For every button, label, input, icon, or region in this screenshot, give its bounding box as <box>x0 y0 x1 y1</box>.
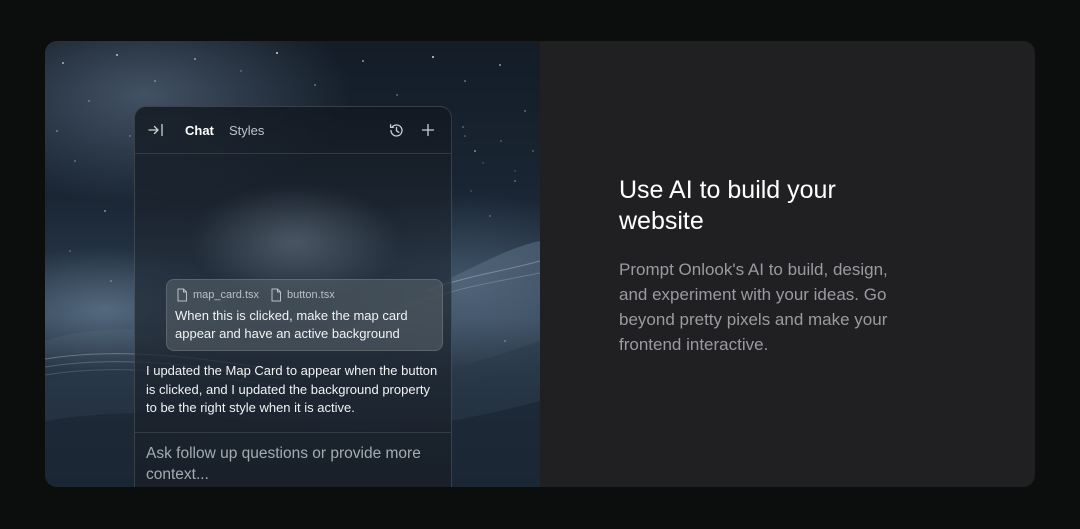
chat-input-placeholder: Ask follow up questions or provide more … <box>146 445 421 483</box>
feature-description: Prompt Onlook's AI to build, design, and… <box>619 260 888 354</box>
feature-headline: Use AI to build your website <box>619 176 836 235</box>
history-icon[interactable] <box>388 122 405 139</box>
collapse-panel-icon[interactable] <box>147 122 165 138</box>
chat-panel-header: Chat Styles <box>135 107 451 154</box>
attachment-name: map_card.tsx <box>193 289 260 301</box>
attachment-chip[interactable]: button.tsx <box>270 288 350 302</box>
tab-styles[interactable]: Styles <box>229 123 264 138</box>
file-icon <box>271 288 281 302</box>
chat-input[interactable]: Ask follow up questions or provide more … <box>135 432 451 487</box>
tab-chat[interactable]: Chat <box>185 123 214 138</box>
feature-copy: Use AI to build your website Prompt Onlo… <box>619 175 949 357</box>
ai-chat-panel: Chat Styles map_card.tsx button.tsx When… <box>134 106 452 487</box>
plus-icon[interactable] <box>420 122 436 138</box>
file-icon <box>177 288 187 302</box>
attachment-chip[interactable]: map_card.tsx <box>176 288 266 302</box>
user-message: map_card.tsx button.tsx When this is cli… <box>166 279 443 351</box>
feature-card: Chat Styles map_card.tsx button.tsx When… <box>45 41 1035 487</box>
attachment-name: button.tsx <box>287 289 335 301</box>
user-message-text: When this is clicked, make the map card … <box>175 308 408 341</box>
assistant-message: I updated the Map Card to appear when th… <box>146 363 438 415</box>
hero-visual: Chat Styles map_card.tsx button.tsx When… <box>45 41 540 487</box>
